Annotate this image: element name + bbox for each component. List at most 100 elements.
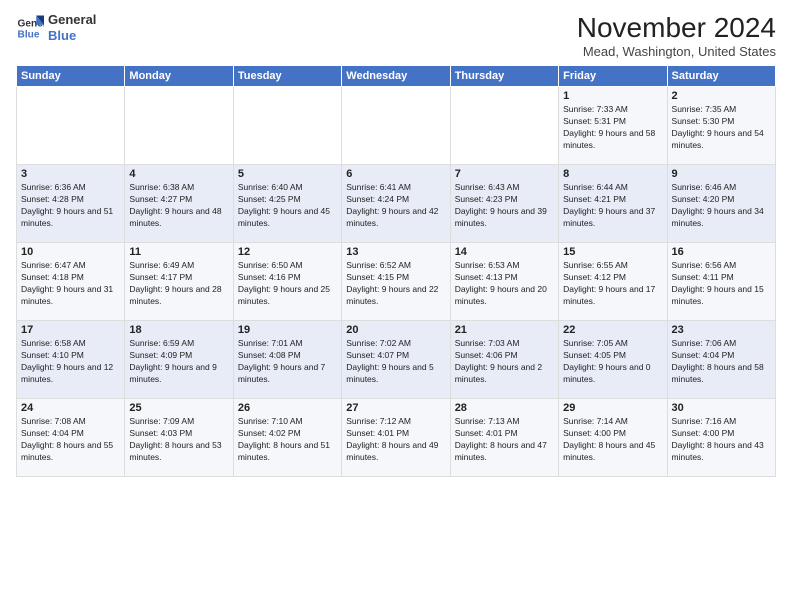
- cell-w2-d5: 8 Sunrise: 6:44 AMSunset: 4:21 PMDaylight…: [559, 165, 667, 243]
- cell-w4-d6: 23 Sunrise: 7:06 AMSunset: 4:04 PMDayligh…: [667, 321, 775, 399]
- day-detail: Sunrise: 7:12 AMSunset: 4:01 PMDaylight:…: [346, 416, 445, 464]
- day-detail: Sunrise: 7:02 AMSunset: 4:07 PMDaylight:…: [346, 338, 445, 386]
- day-number: 15: [563, 246, 662, 258]
- day-detail: Sunrise: 7:06 AMSunset: 4:04 PMDaylight:…: [672, 338, 771, 386]
- week-row-5: 24Sunrise: 7:08 AMSunset: 4:04 PMDayligh…: [17, 399, 776, 477]
- week-row-4: 17Sunrise: 6:58 AMSunset: 4:10 PMDayligh…: [17, 321, 776, 399]
- day-number: 10: [21, 246, 120, 258]
- cell-w5-d0: 24Sunrise: 7:08 AMSunset: 4:04 PMDayligh…: [17, 399, 125, 477]
- header-friday: Friday: [559, 66, 667, 87]
- header-thursday: Thursday: [450, 66, 558, 87]
- day-number: 2: [672, 90, 771, 102]
- day-number: 25: [129, 402, 228, 414]
- day-detail: Sunrise: 6:50 AMSunset: 4:16 PMDaylight:…: [238, 260, 337, 308]
- day-number: 4: [129, 168, 228, 180]
- day-number: 12: [238, 246, 337, 258]
- cell-w5-d4: 28Sunrise: 7:13 AMSunset: 4:01 PMDayligh…: [450, 399, 558, 477]
- cell-w3-d0: 10 Sunrise: 6:47 AMSunset: 4:18 PMDayligh…: [17, 243, 125, 321]
- day-number: 14: [455, 246, 554, 258]
- day-number: 23: [672, 324, 771, 336]
- day-detail: Sunrise: 6:41 AMSunset: 4:24 PMDaylight:…: [346, 182, 445, 230]
- day-detail: Sunrise: 7:05 AMSunset: 4:05 PMDaylight:…: [563, 338, 662, 386]
- cell-w2-d1: 4 Sunrise: 6:38 AMSunset: 4:27 PMDaylight…: [125, 165, 233, 243]
- cell-w4-d4: 21Sunrise: 7:03 AMSunset: 4:06 PMDayligh…: [450, 321, 558, 399]
- week-row-2: 3 Sunrise: 6:36 AMSunset: 4:28 PMDaylight…: [17, 165, 776, 243]
- day-number: 16: [672, 246, 771, 258]
- day-number: 3: [21, 168, 120, 180]
- cell-w4-d5: 22 Sunrise: 7:05 AMSunset: 4:05 PMDayligh…: [559, 321, 667, 399]
- cell-w1-d3: [342, 87, 450, 165]
- cell-w3-d2: 12 Sunrise: 6:50 AMSunset: 4:16 PMDayligh…: [233, 243, 341, 321]
- cell-w5-d6: 30Sunrise: 7:16 AMSunset: 4:00 PMDayligh…: [667, 399, 775, 477]
- cell-w3-d6: 16 Sunrise: 6:56 AMSunset: 4:11 PMDayligh…: [667, 243, 775, 321]
- day-detail: Sunrise: 6:46 AMSunset: 4:20 PMDaylight:…: [672, 182, 771, 230]
- day-number: 30: [672, 402, 771, 414]
- day-detail: Sunrise: 6:53 AMSunset: 4:13 PMDaylight:…: [455, 260, 554, 308]
- cell-w1-d6: 2 Sunrise: 7:35 AMSunset: 5:30 PMDaylight…: [667, 87, 775, 165]
- cell-w1-d0: [17, 87, 125, 165]
- day-number: 6: [346, 168, 445, 180]
- cell-w5-d3: 27Sunrise: 7:12 AMSunset: 4:01 PMDayligh…: [342, 399, 450, 477]
- day-detail: Sunrise: 6:47 AMSunset: 4:18 PMDaylight:…: [21, 260, 120, 308]
- day-detail: Sunrise: 7:03 AMSunset: 4:06 PMDaylight:…: [455, 338, 554, 386]
- cell-w3-d4: 14 Sunrise: 6:53 AMSunset: 4:13 PMDayligh…: [450, 243, 558, 321]
- logo: General Blue General Blue: [16, 12, 96, 43]
- cell-w2-d6: 9 Sunrise: 6:46 AMSunset: 4:20 PMDaylight…: [667, 165, 775, 243]
- day-detail: Sunrise: 6:40 AMSunset: 4:25 PMDaylight:…: [238, 182, 337, 230]
- day-detail: Sunrise: 7:01 AMSunset: 4:08 PMDaylight:…: [238, 338, 337, 386]
- day-number: 17: [21, 324, 120, 336]
- cell-w1-d2: [233, 87, 341, 165]
- day-detail: Sunrise: 7:14 AMSunset: 4:00 PMDaylight:…: [563, 416, 662, 464]
- header-wednesday: Wednesday: [342, 66, 450, 87]
- day-detail: Sunrise: 6:38 AMSunset: 4:27 PMDaylight:…: [129, 182, 228, 230]
- header: General Blue General Blue November 2024 …: [16, 12, 776, 59]
- day-detail: Sunrise: 7:10 AMSunset: 4:02 PMDaylight:…: [238, 416, 337, 464]
- day-detail: Sunrise: 6:59 AMSunset: 4:09 PMDaylight:…: [129, 338, 228, 386]
- day-number: 8: [563, 168, 662, 180]
- day-detail: Sunrise: 6:49 AMSunset: 4:17 PMDaylight:…: [129, 260, 228, 308]
- svg-text:Blue: Blue: [18, 29, 40, 40]
- day-number: 20: [346, 324, 445, 336]
- header-sunday: Sunday: [17, 66, 125, 87]
- day-detail: Sunrise: 6:36 AMSunset: 4:28 PMDaylight:…: [21, 182, 120, 230]
- day-detail: Sunrise: 7:33 AMSunset: 5:31 PMDaylight:…: [563, 104, 662, 152]
- day-detail: Sunrise: 7:35 AMSunset: 5:30 PMDaylight:…: [672, 104, 771, 152]
- logo-text-general: General: [48, 12, 96, 28]
- day-detail: Sunrise: 6:55 AMSunset: 4:12 PMDaylight:…: [563, 260, 662, 308]
- cell-w4-d1: 18 Sunrise: 6:59 AMSunset: 4:09 PMDayligh…: [125, 321, 233, 399]
- day-number: 18: [129, 324, 228, 336]
- day-detail: Sunrise: 7:08 AMSunset: 4:04 PMDaylight:…: [21, 416, 120, 464]
- cell-w4-d0: 17Sunrise: 6:58 AMSunset: 4:10 PMDayligh…: [17, 321, 125, 399]
- main-title: November 2024: [577, 12, 776, 44]
- day-detail: Sunrise: 6:56 AMSunset: 4:11 PMDaylight:…: [672, 260, 771, 308]
- cell-w4-d3: 20 Sunrise: 7:02 AMSunset: 4:07 PMDayligh…: [342, 321, 450, 399]
- cell-w5-d2: 26 Sunrise: 7:10 AMSunset: 4:02 PMDayligh…: [233, 399, 341, 477]
- day-number: 1: [563, 90, 662, 102]
- cell-w1-d5: 1 Sunrise: 7:33 AMSunset: 5:31 PMDaylight…: [559, 87, 667, 165]
- day-number: 22: [563, 324, 662, 336]
- day-number: 26: [238, 402, 337, 414]
- page: General Blue General Blue November 2024 …: [0, 0, 792, 612]
- day-detail: Sunrise: 6:43 AMSunset: 4:23 PMDaylight:…: [455, 182, 554, 230]
- day-number: 5: [238, 168, 337, 180]
- cell-w1-d1: [125, 87, 233, 165]
- header-monday: Monday: [125, 66, 233, 87]
- cell-w2-d3: 6 Sunrise: 6:41 AMSunset: 4:24 PMDaylight…: [342, 165, 450, 243]
- cell-w2-d2: 5 Sunrise: 6:40 AMSunset: 4:25 PMDaylight…: [233, 165, 341, 243]
- cell-w2-d4: 7 Sunrise: 6:43 AMSunset: 4:23 PMDaylight…: [450, 165, 558, 243]
- cell-w2-d0: 3 Sunrise: 6:36 AMSunset: 4:28 PMDaylight…: [17, 165, 125, 243]
- day-detail: Sunrise: 7:09 AMSunset: 4:03 PMDaylight:…: [129, 416, 228, 464]
- day-number: 9: [672, 168, 771, 180]
- header-saturday: Saturday: [667, 66, 775, 87]
- header-tuesday: Tuesday: [233, 66, 341, 87]
- day-number: 19: [238, 324, 337, 336]
- subtitle: Mead, Washington, United States: [577, 44, 776, 59]
- calendar-table: Sunday Monday Tuesday Wednesday Thursday…: [16, 65, 776, 477]
- cell-w3-d3: 13Sunrise: 6:52 AMSunset: 4:15 PMDayligh…: [342, 243, 450, 321]
- day-number: 11: [129, 246, 228, 258]
- day-number: 7: [455, 168, 554, 180]
- day-detail: Sunrise: 6:44 AMSunset: 4:21 PMDaylight:…: [563, 182, 662, 230]
- day-detail: Sunrise: 6:52 AMSunset: 4:15 PMDaylight:…: [346, 260, 445, 308]
- week-row-1: 1 Sunrise: 7:33 AMSunset: 5:31 PMDaylight…: [17, 87, 776, 165]
- day-detail: Sunrise: 7:13 AMSunset: 4:01 PMDaylight:…: [455, 416, 554, 464]
